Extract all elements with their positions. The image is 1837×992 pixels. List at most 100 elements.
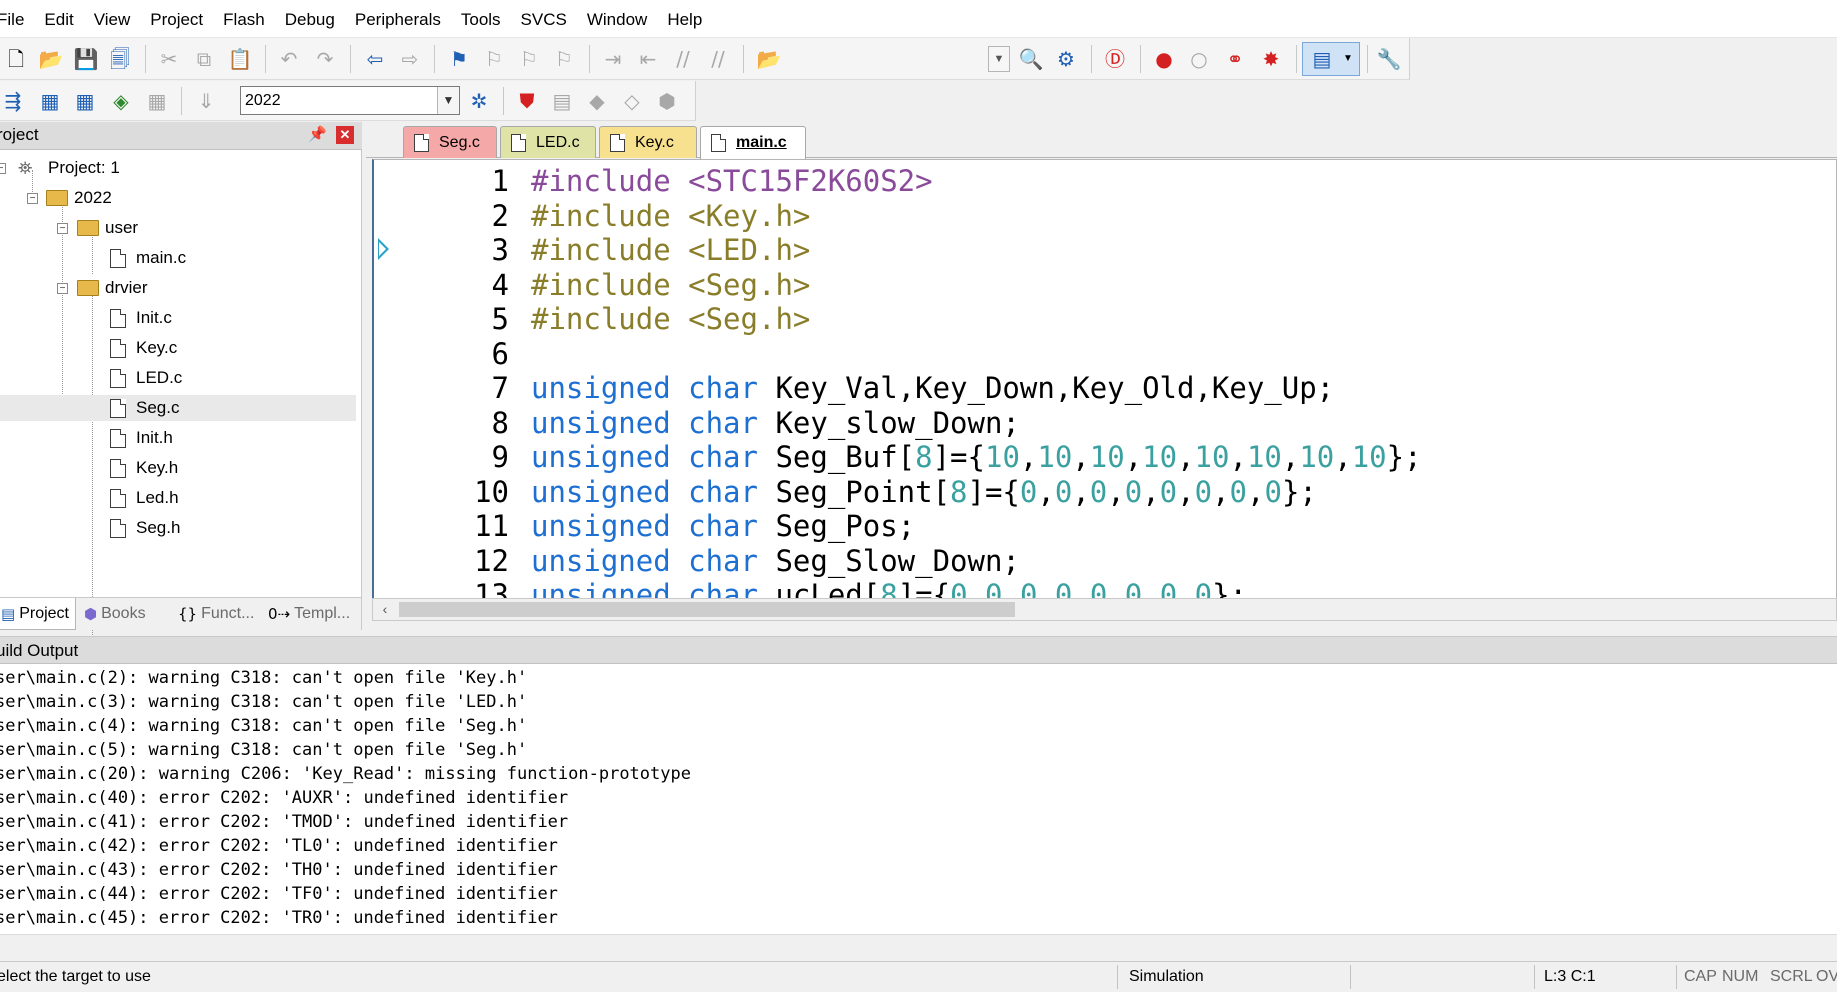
uncomment-icon[interactable]: // — [703, 44, 733, 74]
next-bookmark-icon[interactable]: ⚐ — [514, 44, 544, 74]
copy-icon[interactable]: ⧉ — [189, 44, 219, 74]
output-line[interactable]: ser\main.c(2): warning C318: can't open … — [0, 666, 527, 690]
build-icon[interactable]: ▦ — [35, 86, 65, 116]
new-file-icon[interactable]: 🗋 — [1, 44, 31, 74]
collapse-icon[interactable]: − — [27, 193, 38, 204]
collapse-icon[interactable]: − — [0, 163, 6, 174]
menu-item-svcs[interactable]: SVCS — [511, 0, 577, 38]
tab-templates[interactable]: 0⇢ Templ... — [264, 598, 360, 630]
output-line[interactable]: ser\main.c(43): error C202: 'TH0': undef… — [0, 858, 558, 882]
save-all-icon[interactable]: 🗐 — [105, 44, 135, 74]
stop-build-icon[interactable]: ▦ — [142, 86, 172, 116]
tab-main-c[interactable]: main.c — [700, 126, 806, 159]
editor-horizontal-scrollbar[interactable]: ‹ — [372, 598, 1837, 621]
output-line[interactable]: ser\main.c(42): error C202: 'TL0': undef… — [0, 834, 558, 858]
code-area[interactable]: 1 #include <STC15F2K60S2> 2 #include <Key.h… — [374, 160, 1836, 598]
tree-target[interactable]: − 2022 — [0, 185, 112, 211]
build-output-log[interactable]: ser\main.c(2): warning C318: can't open … — [0, 664, 1837, 934]
unindent-icon[interactable]: ⇤ — [633, 44, 663, 74]
navigate-back-icon[interactable]: ⇦ — [360, 44, 390, 74]
debug-session-icon[interactable]: Ⓓ — [1100, 44, 1130, 74]
find-combo-dropdown[interactable]: ▼ — [988, 46, 1010, 72]
select-target-combo[interactable]: 2022 ▼ — [240, 86, 460, 115]
menu-item-tools[interactable]: Tools — [451, 0, 511, 38]
menu-item-help[interactable]: Help — [657, 0, 712, 38]
code-editor[interactable]: 1 #include <STC15F2K60S2> 2 #include <Key.h… — [372, 159, 1837, 599]
tree-file-key-h[interactable]: Key.h — [0, 455, 178, 481]
menu-item-flash[interactable]: Flash — [213, 0, 275, 38]
tree-file-seg-h[interactable]: Seg.h — [0, 515, 180, 541]
undo-icon[interactable]: ↶ — [274, 44, 304, 74]
redo-icon[interactable]: ↷ — [310, 44, 340, 74]
save-icon[interactable]: 💾 — [71, 44, 101, 74]
tree-file-led-h[interactable]: Led.h — [0, 485, 179, 511]
tab-books[interactable]: ⬢ Books — [80, 598, 170, 630]
kill-all-breakpoints-icon[interactable]: ✸ — [1256, 44, 1286, 74]
output-horizontal-scrollbar[interactable] — [0, 934, 1837, 958]
paste-icon[interactable]: 📋 — [225, 44, 255, 74]
find-in-files-icon[interactable]: 📂 — [754, 44, 784, 74]
scroll-left-icon[interactable]: ‹ — [375, 599, 395, 620]
open-file-icon[interactable]: 📂 — [36, 44, 66, 74]
translate-icon[interactable]: ⇶ — [0, 86, 28, 116]
tree-group-user[interactable]: − user — [0, 215, 138, 241]
select-packs-icon[interactable]: ▤ — [547, 86, 577, 116]
output-line[interactable]: ser\main.c(3): warning C318: can't open … — [0, 690, 527, 714]
output-line[interactable]: ser\main.c(20): warning C206: 'Key_Read'… — [0, 762, 691, 786]
collapse-icon[interactable]: − — [57, 283, 68, 294]
tree-file-seg-c[interactable]: Seg.c — [0, 395, 356, 421]
tab-project[interactable]: ▤ Project — [0, 598, 76, 630]
tree-file-init-c[interactable]: Init.c — [0, 305, 172, 331]
window-layout-button[interactable]: ▤ ▼ — [1302, 42, 1360, 76]
tree-file-key-c[interactable]: Key.c — [0, 335, 177, 361]
output-line[interactable]: ser\main.c(45): error C202: 'TR0': undef… — [0, 906, 558, 930]
breakpoint-icon[interactable]: ● — [1149, 44, 1179, 74]
tree-file-led-c[interactable]: LED.c — [0, 365, 182, 391]
tree-project-root[interactable]: − ⛯ Project: 1 — [0, 155, 120, 181]
indent-icon[interactable]: ⇥ — [598, 44, 628, 74]
close-icon[interactable]: ✕ — [336, 126, 354, 144]
comment-icon[interactable]: // — [668, 44, 698, 74]
prev-bookmark-icon[interactable]: ⚐ — [479, 44, 509, 74]
disable-breakpoint-icon[interactable]: ○ — [1184, 44, 1214, 74]
tree-file-init-h[interactable]: Init.h — [0, 425, 173, 451]
tab-led-c[interactable]: LED.c — [500, 126, 596, 158]
menu-item-window[interactable]: Window — [577, 0, 657, 38]
clear-bookmarks-icon[interactable]: ⚐ — [549, 44, 579, 74]
cut-icon[interactable]: ✂ — [154, 44, 184, 74]
configure-wizard-icon[interactable]: ⚙ — [1051, 44, 1081, 74]
collapse-icon[interactable]: − — [57, 223, 68, 234]
navigate-forward-icon[interactable]: ⇨ — [395, 44, 425, 74]
tree-group-drvier[interactable]: − drvier — [0, 275, 148, 301]
output-line[interactable]: ser\main.c(44): error C202: 'TF0': undef… — [0, 882, 558, 906]
rebuild-icon[interactable]: ▦ — [70, 86, 100, 116]
output-line[interactable]: ser\main.c(40): error C202: 'AUXR': unde… — [0, 786, 568, 810]
tab-functions[interactable]: {} Funct... — [174, 598, 266, 630]
target-options-icon[interactable]: ✲ — [464, 86, 494, 116]
chevron-down-icon[interactable]: ▼ — [437, 87, 459, 114]
output-line[interactable]: ser\main.c(41): error C202: 'TMOD': unde… — [0, 810, 568, 834]
configure-icon[interactable]: 🔧 — [1374, 44, 1404, 74]
menu-item-edit[interactable]: Edit — [34, 0, 83, 38]
output-line[interactable]: ser\main.c(5): warning C318: can't open … — [0, 738, 527, 762]
disable-all-breakpoints-icon[interactable]: ⚭ — [1220, 44, 1250, 74]
menu-item-peripherals[interactable]: Peripherals — [345, 0, 451, 38]
find-icon[interactable]: 🔍 — [1016, 44, 1046, 74]
menu-item-project[interactable]: Project — [140, 0, 213, 38]
download-icon[interactable]: ⇓ — [191, 86, 221, 116]
tab-key-c[interactable]: Key.c — [599, 126, 697, 158]
tab-seg-c[interactable]: Seg.c — [403, 126, 497, 158]
manage-rte-icon[interactable]: ◆ — [582, 86, 612, 116]
scrollbar-thumb[interactable] — [399, 602, 1015, 617]
menu-item-view[interactable]: View — [84, 0, 141, 38]
pack-icon[interactable]: ⬢ — [652, 86, 682, 116]
batch-build-icon[interactable]: ◈ — [106, 86, 136, 116]
menu-item-file[interactable]: File — [0, 0, 34, 38]
output-line[interactable]: ser\main.c(4): warning C318: can't open … — [0, 714, 527, 738]
pack-installer-icon[interactable]: ◇ — [617, 86, 647, 116]
manage-project-icon[interactable]: ⛊ — [512, 86, 542, 116]
menu-item-debug[interactable]: Debug — [275, 0, 345, 38]
pin-icon[interactable]: 📌 — [308, 125, 327, 143]
tree-file-main-c[interactable]: main.c — [0, 245, 186, 271]
insert-bookmark-icon[interactable]: ⚑ — [444, 44, 474, 74]
